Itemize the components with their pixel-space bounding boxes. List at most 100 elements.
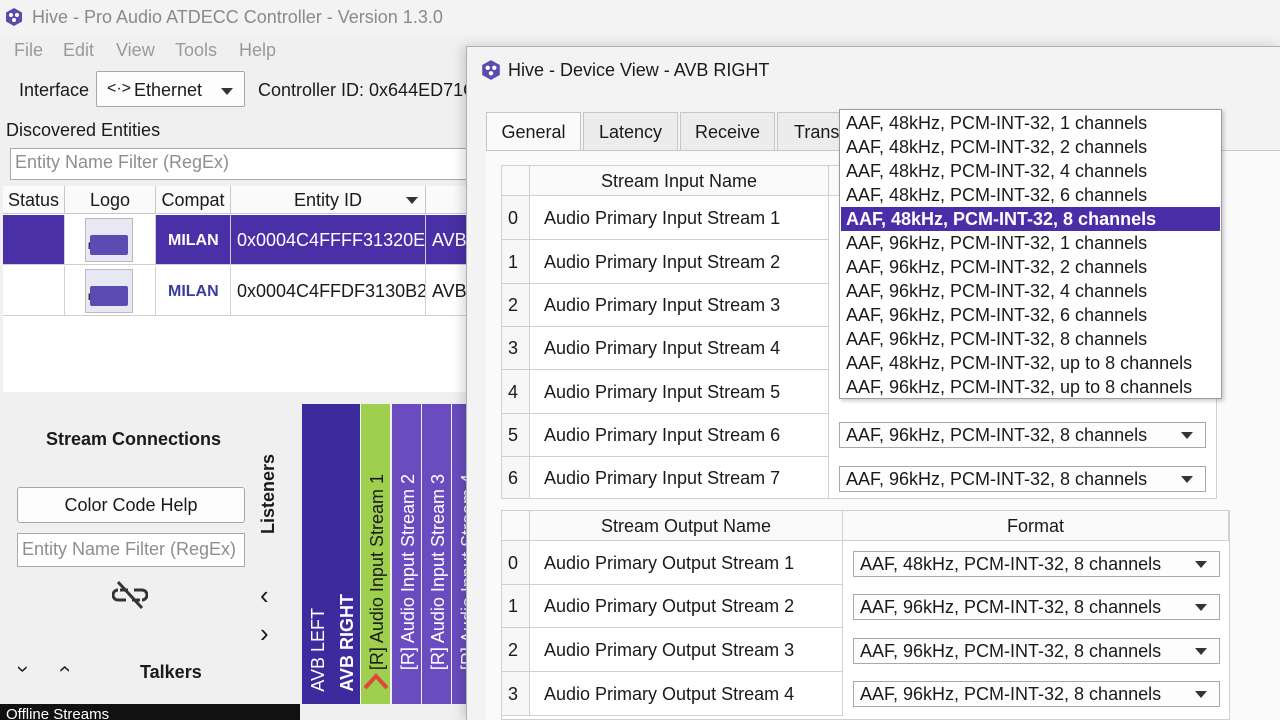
milan-logo: MILAN bbox=[168, 283, 219, 300]
color-code-help-button[interactable]: Color Code Help bbox=[17, 487, 245, 523]
column-label: [R] Audio Input Stream 3 bbox=[428, 473, 448, 670]
tab-general[interactable]: General bbox=[486, 112, 581, 150]
output-format-select[interactable]: AAF, 96kHz, PCM-INT-32, 8 channels bbox=[853, 638, 1220, 664]
expand-arrow-icon bbox=[363, 673, 389, 690]
output-format-header[interactable]: Format bbox=[843, 511, 1229, 541]
stream-input-name: Audio Primary Input Stream 5 bbox=[530, 370, 829, 414]
entity-filter-input[interactable]: Entity Name Filter (RegEx) bbox=[10, 148, 470, 180]
ethernet-icon: <·> bbox=[107, 80, 132, 97]
output-format-select[interactable]: AAF, 96kHz, PCM-INT-32, 8 channels bbox=[853, 594, 1220, 620]
menu-tools[interactable]: Tools bbox=[175, 40, 217, 61]
entity-id-cell: 0x0004C4FFDF3130B2 bbox=[231, 266, 426, 316]
row-index: 6 bbox=[502, 457, 530, 499]
format-value: AAF, 96kHz, PCM-INT-32, 8 channels bbox=[860, 684, 1162, 704]
col-logo[interactable]: Logo bbox=[65, 186, 156, 214]
entity-row[interactable]: DiGiCo MILAN 0x0004C4FFFF31320E AVB bbox=[3, 215, 473, 265]
column-label: AVB LEFT bbox=[308, 608, 328, 692]
tab-latency[interactable]: Latency bbox=[583, 112, 678, 150]
dropdown-option[interactable]: AAF, 96kHz, PCM-INT-32, 2 channels bbox=[841, 255, 1220, 279]
compat-cell: MILAN bbox=[156, 266, 231, 316]
matrix-column[interactable]: [R] Audio Input Stream 3 bbox=[422, 404, 451, 704]
format-value: AAF, 96kHz, PCM-INT-32, 8 channels bbox=[860, 597, 1162, 617]
entity-row[interactable]: DiGiCo MILAN 0x0004C4FFDF3130B2 AVB bbox=[3, 266, 473, 316]
matrix-column[interactable]: AVB RIGHT bbox=[331, 404, 360, 704]
dropdown-option[interactable]: AAF, 96kHz, PCM-INT-32, 4 channels bbox=[841, 279, 1220, 303]
stream-output-table: Stream Output Name Format 0 Audio Primar… bbox=[501, 510, 1230, 720]
row-index: 2 bbox=[502, 628, 530, 672]
output-format-select[interactable]: AAF, 48kHz, PCM-INT-32, 8 channels bbox=[853, 551, 1220, 577]
stream-output-name: Audio Primary Output Stream 4 bbox=[530, 672, 843, 716]
stream-input-name: Audio Primary Input Stream 7 bbox=[530, 457, 829, 499]
dropdown-option[interactable]: AAF, 96kHz, PCM-INT-32, 8 channels bbox=[841, 327, 1220, 351]
chevron-down-icon bbox=[1195, 691, 1207, 698]
format-value: AAF, 96kHz, PCM-INT-32, 8 channels bbox=[846, 469, 1148, 489]
sort-desc-icon bbox=[406, 197, 418, 204]
index-header bbox=[502, 511, 530, 541]
chevron-right-icon[interactable]: › bbox=[260, 618, 269, 649]
format-value: AAF, 48kHz, PCM-INT-32, 8 channels bbox=[860, 554, 1162, 574]
chevron-down-icon bbox=[221, 88, 233, 95]
hive-logo-icon bbox=[6, 8, 22, 26]
index-header bbox=[502, 166, 530, 196]
dropdown-option[interactable]: AAF, 48kHz, PCM-INT-32, 2 channels bbox=[841, 135, 1220, 159]
chevron-down-icon bbox=[1181, 476, 1193, 483]
logo-cell: DiGiCo bbox=[65, 266, 156, 316]
matrix-column[interactable]: AVB LEFT bbox=[302, 404, 331, 704]
stream-connections-panel: Stream Connections Color Code Help Entit… bbox=[0, 400, 300, 720]
unlink-icon[interactable] bbox=[112, 580, 148, 610]
stream-input-name: Audio Primary Input Stream 6 bbox=[530, 414, 829, 457]
dropdown-option[interactable]: AAF, 96kHz, PCM-INT-32, up to 8 channels bbox=[841, 375, 1220, 399]
col-entity-id-label: Entity ID bbox=[293, 190, 363, 210]
stream-output-name-header[interactable]: Stream Output Name bbox=[530, 511, 843, 541]
interface-select[interactable]: <·> Ethernet bbox=[96, 71, 245, 107]
dropdown-option-selected[interactable]: AAF, 48kHz, PCM-INT-32, 8 channels bbox=[841, 207, 1220, 231]
menu-help[interactable]: Help bbox=[239, 40, 276, 61]
offline-streams-row: Offline Streams bbox=[0, 704, 300, 720]
row-index: 2 bbox=[502, 284, 530, 327]
dropdown-option[interactable]: AAF, 48kHz, PCM-INT-32, up to 8 channels bbox=[841, 351, 1220, 375]
chevron-down-icon bbox=[1195, 604, 1207, 611]
logo-cell: DiGiCo bbox=[65, 215, 156, 265]
discovered-entities-title: Discovered Entities bbox=[6, 120, 161, 140]
row-index: 1 bbox=[502, 585, 530, 628]
dropdown-option[interactable]: AAF, 96kHz, PCM-INT-32, 1 channels bbox=[841, 231, 1220, 255]
row-index: 1 bbox=[502, 240, 530, 284]
stream-connections-title: Stream Connections bbox=[46, 429, 222, 449]
connections-filter-input[interactable]: Entity Name Filter (RegEx) bbox=[17, 533, 245, 567]
device-logo: DiGiCo bbox=[85, 218, 133, 262]
stream-output-name: Audio Primary Output Stream 3 bbox=[530, 628, 843, 672]
col-compat[interactable]: Compat bbox=[156, 186, 231, 214]
chevron-down-icon[interactable]: › bbox=[11, 665, 37, 672]
status-cell bbox=[3, 266, 65, 316]
device-view-title: Hive - Device View - AVB RIGHT bbox=[508, 60, 770, 80]
menu-file[interactable]: File bbox=[14, 40, 43, 61]
input-format-select[interactable]: AAF, 96kHz, PCM-INT-32, 8 channels bbox=[839, 466, 1206, 492]
matrix-column[interactable]: [R] Audio Input Stream 4 bbox=[452, 404, 466, 704]
menu-view[interactable]: View bbox=[116, 40, 155, 61]
input-format-select[interactable]: AAF, 96kHz, PCM-INT-32, 8 channels bbox=[839, 422, 1206, 448]
stream-input-name-header[interactable]: Stream Input Name bbox=[530, 166, 829, 196]
matrix-column[interactable]: [R] Audio Input Stream 1 bbox=[361, 404, 390, 704]
stream-input-name: Audio Primary Input Stream 4 bbox=[530, 327, 829, 370]
column-label: AVB RIGHT bbox=[337, 594, 357, 692]
col-status[interactable]: Status bbox=[3, 186, 65, 214]
main-title-bar: Hive - Pro Audio ATDECC Controller - Ver… bbox=[0, 0, 1280, 36]
dropdown-option[interactable]: AAF, 48kHz, PCM-INT-32, 4 channels bbox=[841, 159, 1220, 183]
column-label: [R] Audio Input Stream 2 bbox=[398, 473, 418, 670]
col-entity-id[interactable]: Entity ID bbox=[231, 186, 426, 214]
dropdown-option[interactable]: AAF, 48kHz, PCM-INT-32, 1 channels bbox=[841, 111, 1220, 135]
compat-cell: MILAN bbox=[156, 215, 231, 265]
row-index: 0 bbox=[502, 196, 530, 240]
chevron-up-icon[interactable]: › bbox=[51, 665, 77, 672]
chevron-down-icon bbox=[1181, 432, 1193, 439]
dropdown-option[interactable]: AAF, 48kHz, PCM-INT-32, 6 channels bbox=[841, 183, 1220, 207]
row-index: 3 bbox=[502, 672, 530, 716]
menu-edit[interactable]: Edit bbox=[63, 40, 94, 61]
format-value: AAF, 96kHz, PCM-INT-32, 8 channels bbox=[846, 425, 1148, 445]
stream-input-name: Audio Primary Input Stream 1 bbox=[530, 196, 829, 240]
chevron-left-icon[interactable]: ‹ bbox=[260, 580, 269, 611]
dropdown-option[interactable]: AAF, 96kHz, PCM-INT-32, 6 channels bbox=[841, 303, 1220, 327]
tab-receive[interactable]: Receive bbox=[680, 112, 775, 150]
matrix-column[interactable]: [R] Audio Input Stream 2 bbox=[392, 404, 421, 704]
output-format-select[interactable]: AAF, 96kHz, PCM-INT-32, 8 channels bbox=[853, 681, 1220, 707]
